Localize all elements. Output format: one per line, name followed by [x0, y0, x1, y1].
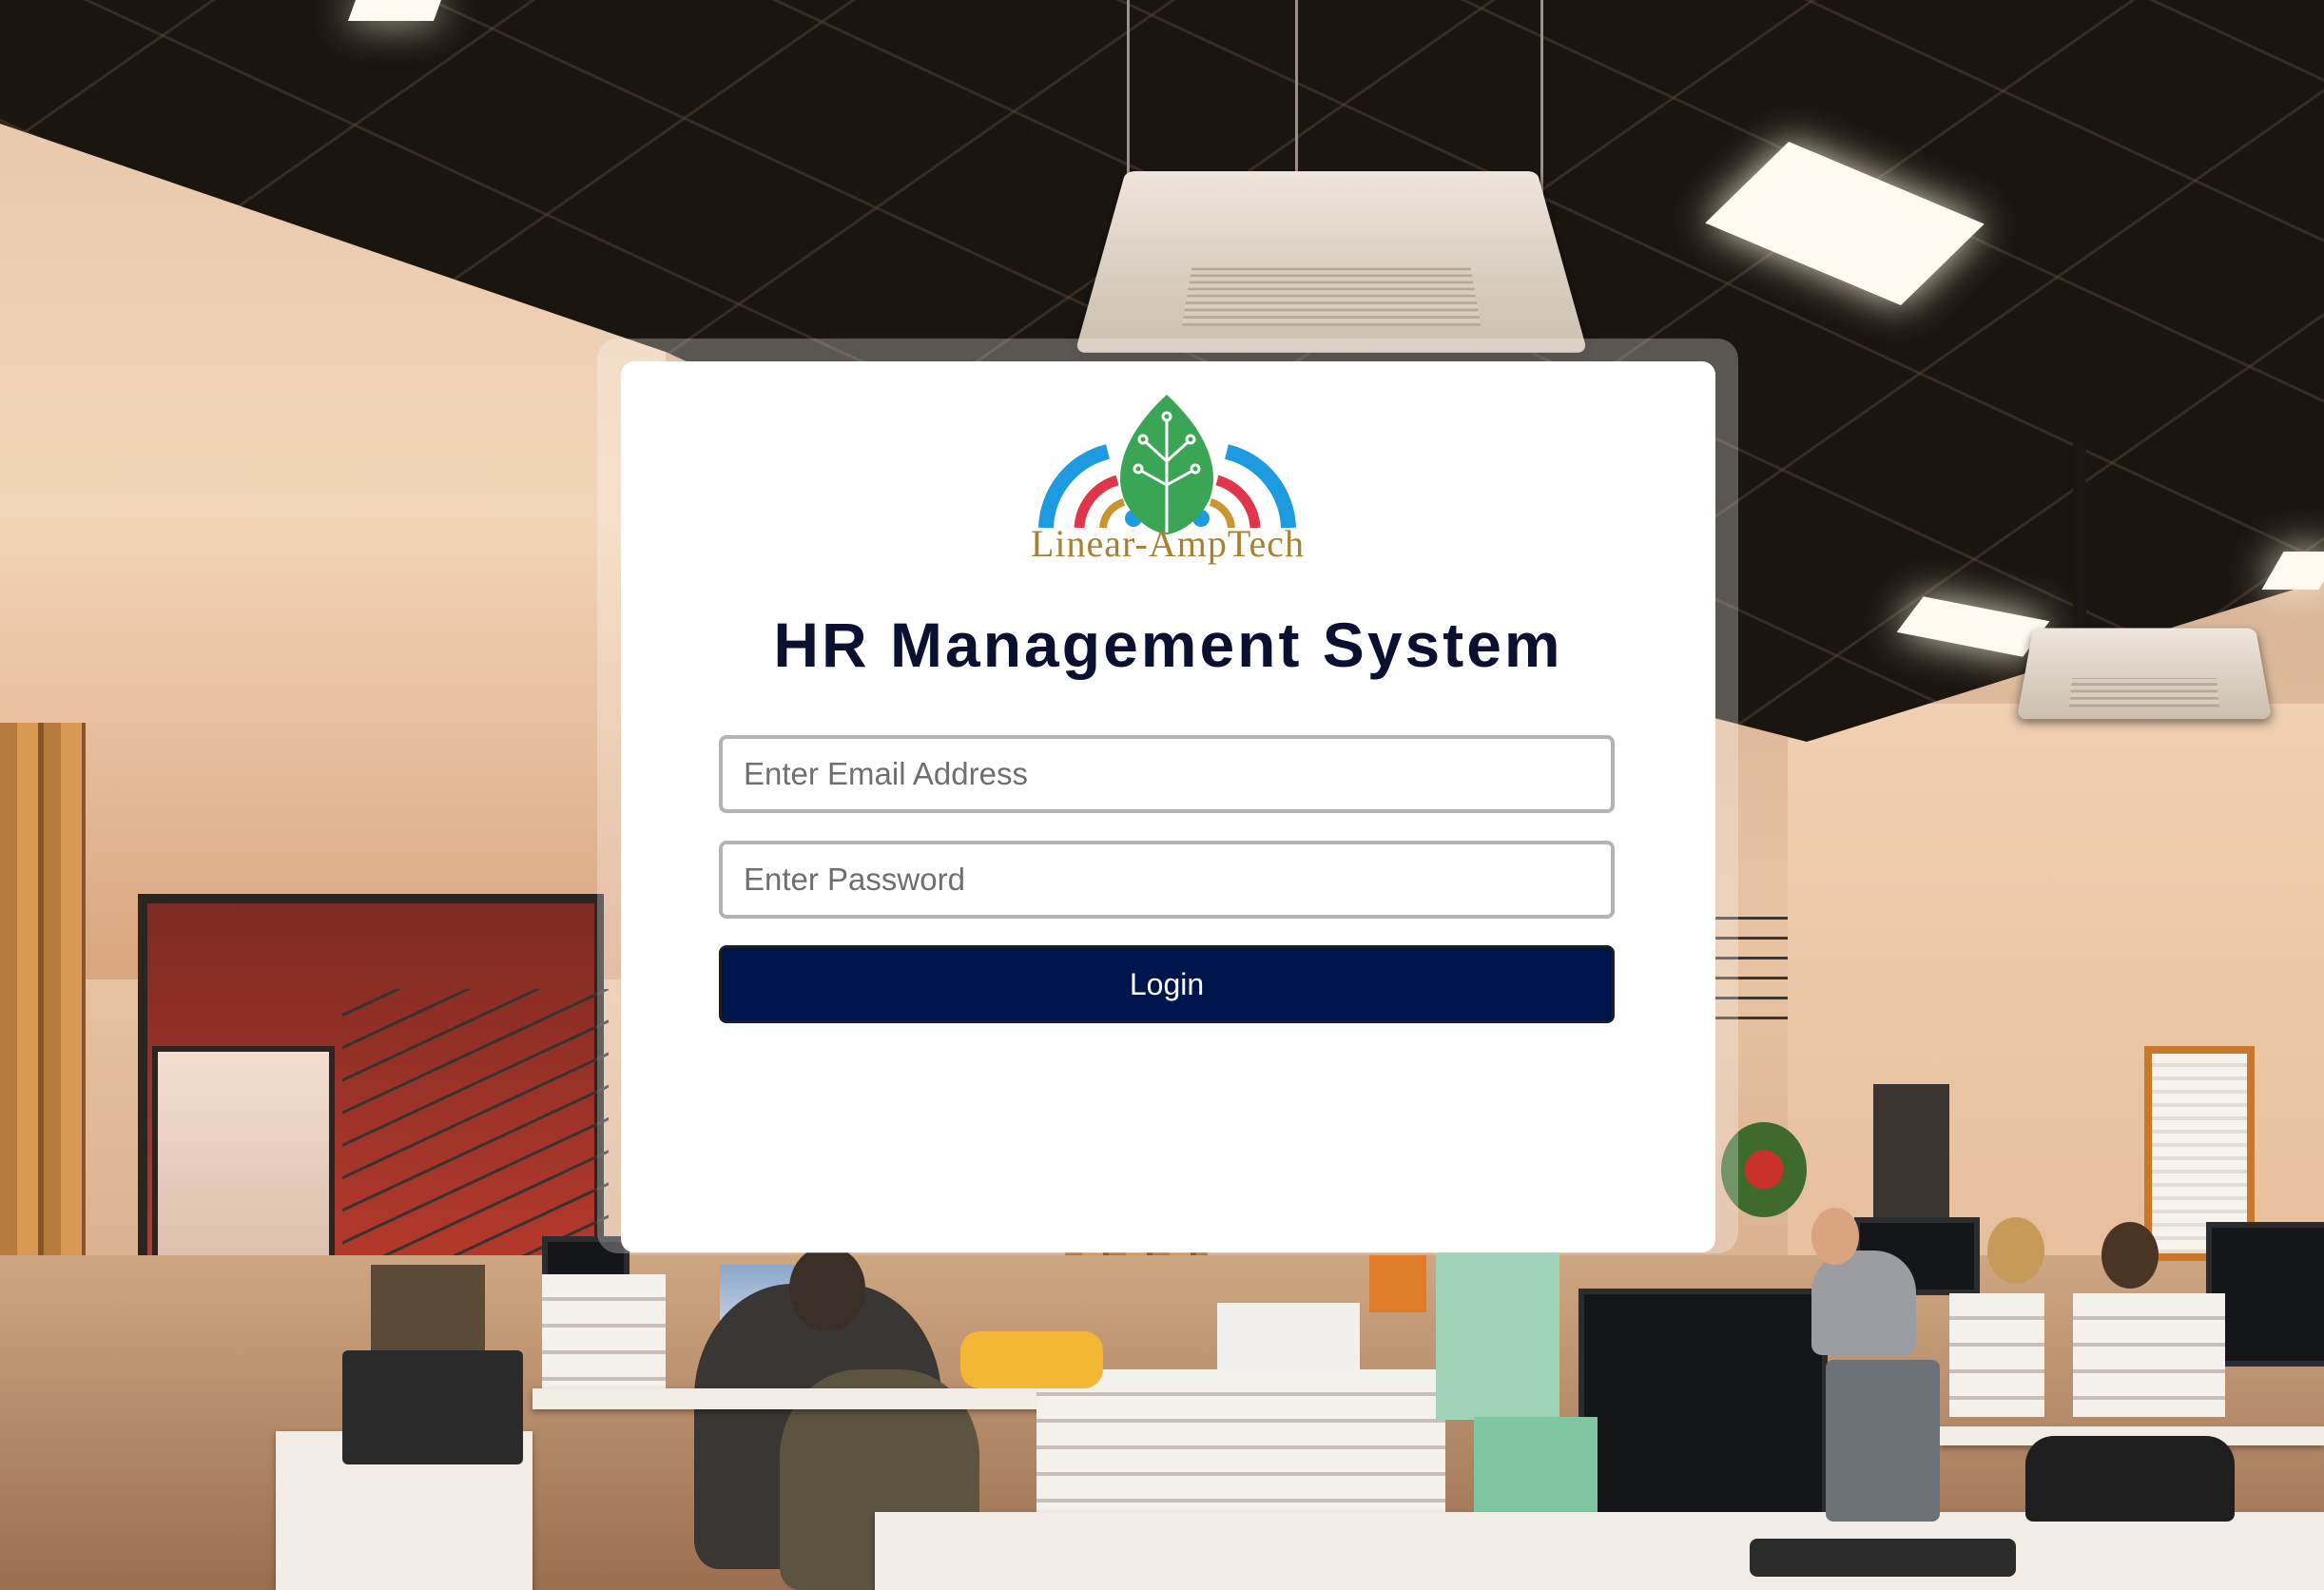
background-person-head [2101, 1222, 2159, 1289]
background-box [371, 1265, 485, 1350]
brand-name: Linear-AmpTech [1030, 522, 1306, 565]
background-box [1474, 1417, 1598, 1512]
background-monitor [1578, 1289, 1828, 1528]
background-person-head [1811, 1208, 1859, 1265]
ceiling-ac-unit [2016, 628, 2273, 720]
background-box [1436, 1253, 1559, 1420]
background-printer [342, 1350, 523, 1464]
page-title: HR Management System [773, 610, 1563, 680]
background-box [1217, 1303, 1360, 1369]
background-tray-shelf [1949, 1293, 2044, 1417]
background-yellow-bag [960, 1331, 1103, 1388]
background-tray-shelf [542, 1274, 666, 1398]
ceiling-light [347, 0, 442, 21]
background-person-head [789, 1246, 865, 1331]
background-bag [2025, 1436, 2235, 1522]
background-keyboard [1750, 1539, 2016, 1577]
ceiling-ac-unit [1075, 171, 1588, 353]
background-box [1369, 1255, 1426, 1312]
email-input[interactable] [719, 735, 1615, 813]
password-input[interactable] [719, 841, 1615, 919]
ac-rod [2073, 437, 2086, 628]
background-desk [533, 1388, 1065, 1409]
background-bin [1826, 1360, 1940, 1522]
background-tray-shelf [2073, 1293, 2225, 1417]
background-person [1811, 1251, 1916, 1355]
login-button[interactable]: Login [719, 945, 1615, 1023]
background-person-head [1987, 1217, 2044, 1284]
background-desk [875, 1512, 2324, 1590]
